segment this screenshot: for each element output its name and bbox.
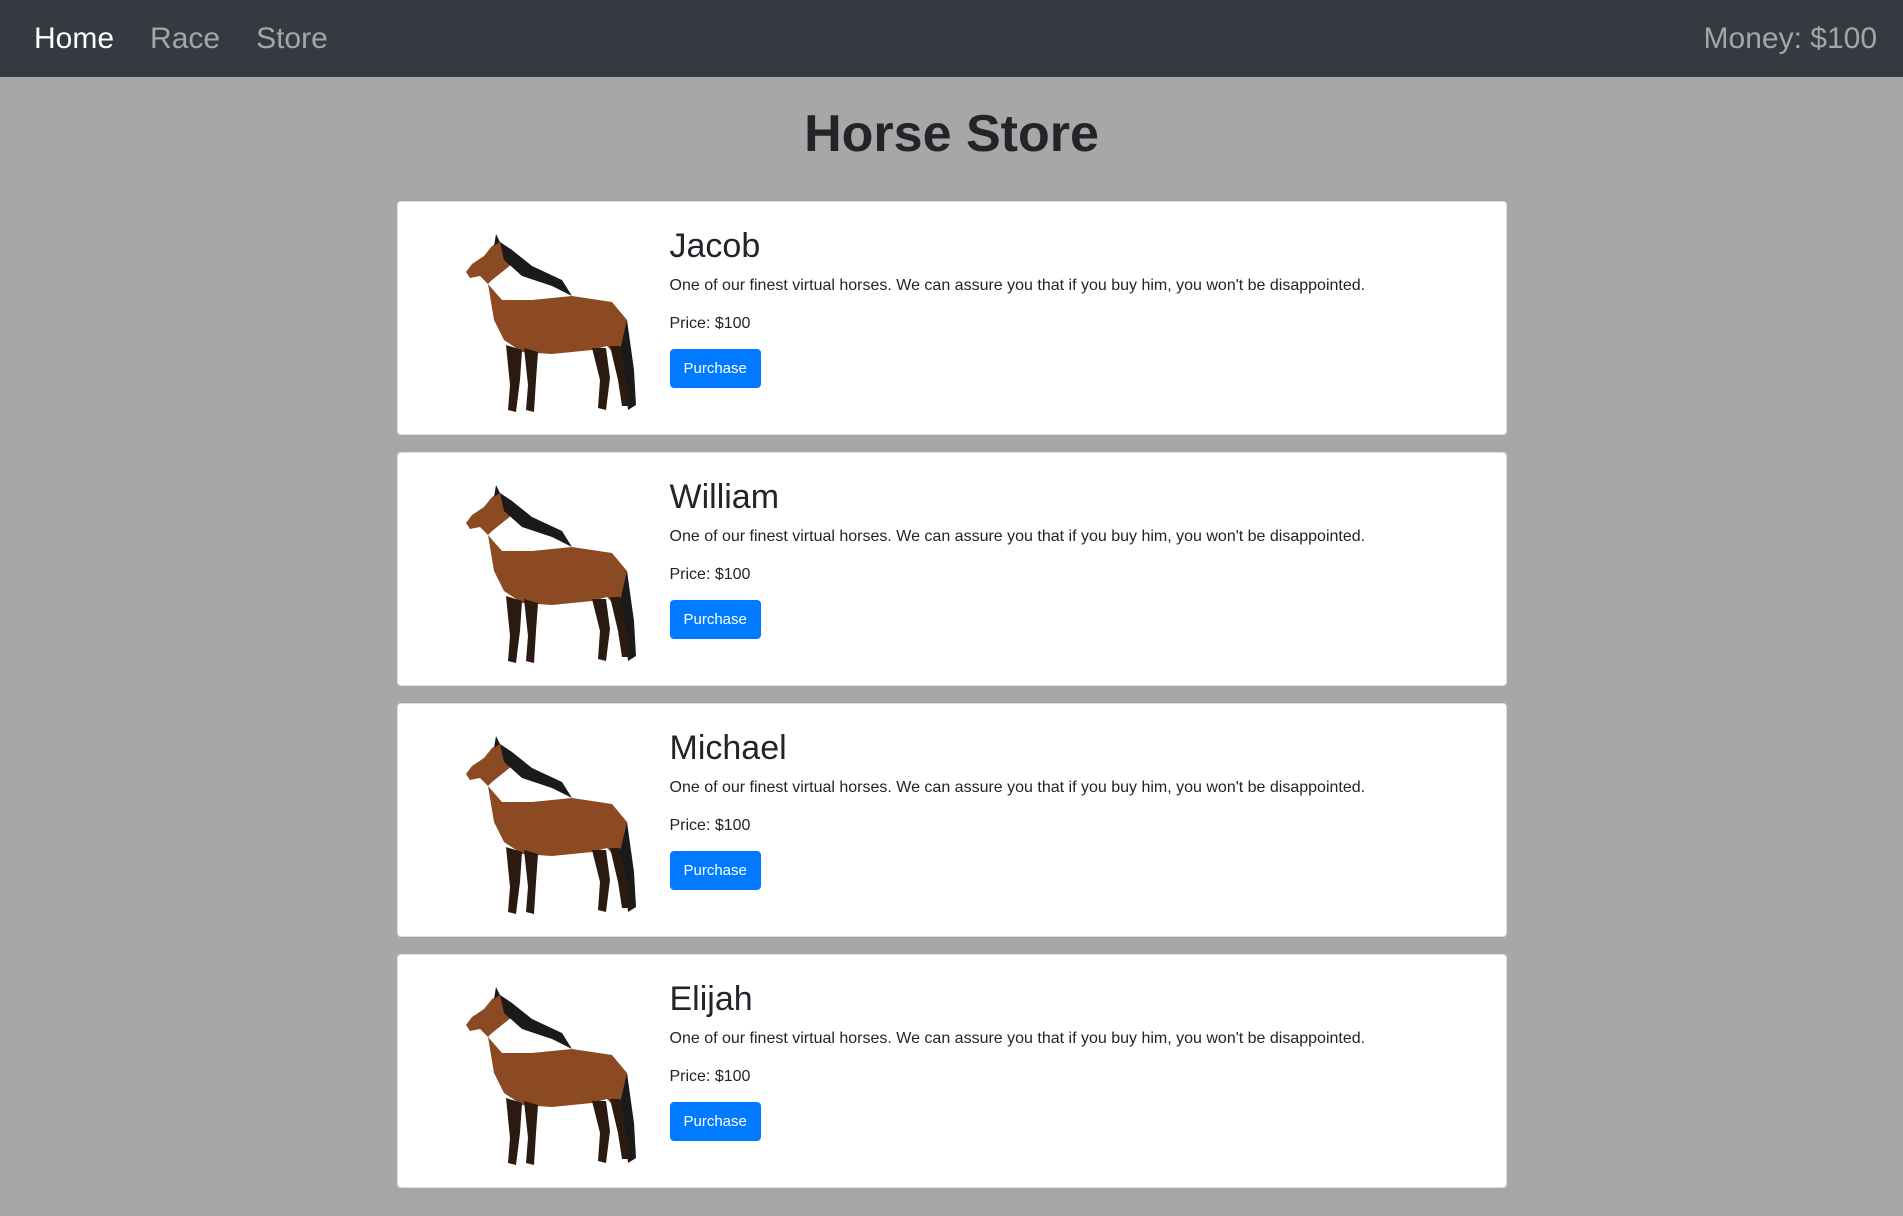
nav-race-link[interactable]: Race	[150, 22, 220, 56]
horse-price: Price: $100	[669, 817, 751, 835]
nav-links: Home Race Store	[34, 22, 328, 56]
horse-card-body: Elijah One of our finest virtual horses.…	[669, 955, 1366, 1142]
horse-name: Jacob	[669, 227, 761, 266]
purchase-button[interactable]: Purchase	[669, 1102, 761, 1142]
nav-home-link[interactable]: Home	[34, 22, 114, 56]
purchase-button[interactable]: Purchase	[669, 851, 761, 891]
horse-name: William	[669, 478, 780, 517]
horse-card: Elijah One of our finest virtual horses.…	[396, 954, 1507, 1189]
horse-list: Jacob One of our finest virtual horses. …	[396, 201, 1507, 1189]
money-display: Money: $100	[1703, 21, 1877, 55]
horse-card-body: William One of our finest virtual horses…	[669, 453, 1366, 640]
horse-image	[465, 485, 636, 664]
horse-card: Michael One of our finest virtual horses…	[396, 703, 1507, 938]
horse-price: Price: $100	[669, 566, 751, 584]
horse-card-body: Jacob One of our finest virtual horses. …	[669, 202, 1366, 389]
horse-description: One of our finest virtual horses. We can…	[669, 277, 1366, 295]
horse-name: Michael	[669, 729, 787, 768]
purchase-button[interactable]: Purchase	[669, 600, 761, 640]
horse-image	[465, 736, 636, 915]
horse-price: Price: $100	[669, 1068, 751, 1086]
horse-description: One of our finest virtual horses. We can…	[669, 528, 1366, 546]
horse-card-body: Michael One of our finest virtual horses…	[669, 704, 1366, 891]
horse-description: One of our finest virtual horses. We can…	[669, 1030, 1366, 1048]
horse-price: Price: $100	[669, 315, 751, 333]
horse-image	[465, 234, 636, 413]
purchase-button[interactable]: Purchase	[669, 349, 761, 389]
nav-store-link[interactable]: Store	[256, 22, 328, 56]
horse-card: William One of our finest virtual horses…	[396, 452, 1507, 687]
horse-image	[465, 987, 636, 1166]
horse-card: Jacob One of our finest virtual horses. …	[396, 201, 1507, 436]
horse-description: One of our finest virtual horses. We can…	[669, 779, 1366, 797]
horse-name: Elijah	[669, 980, 753, 1019]
page-title: Horse Store	[804, 105, 1099, 163]
top-navbar: Home Race Store Money: $100	[0, 0, 1903, 77]
